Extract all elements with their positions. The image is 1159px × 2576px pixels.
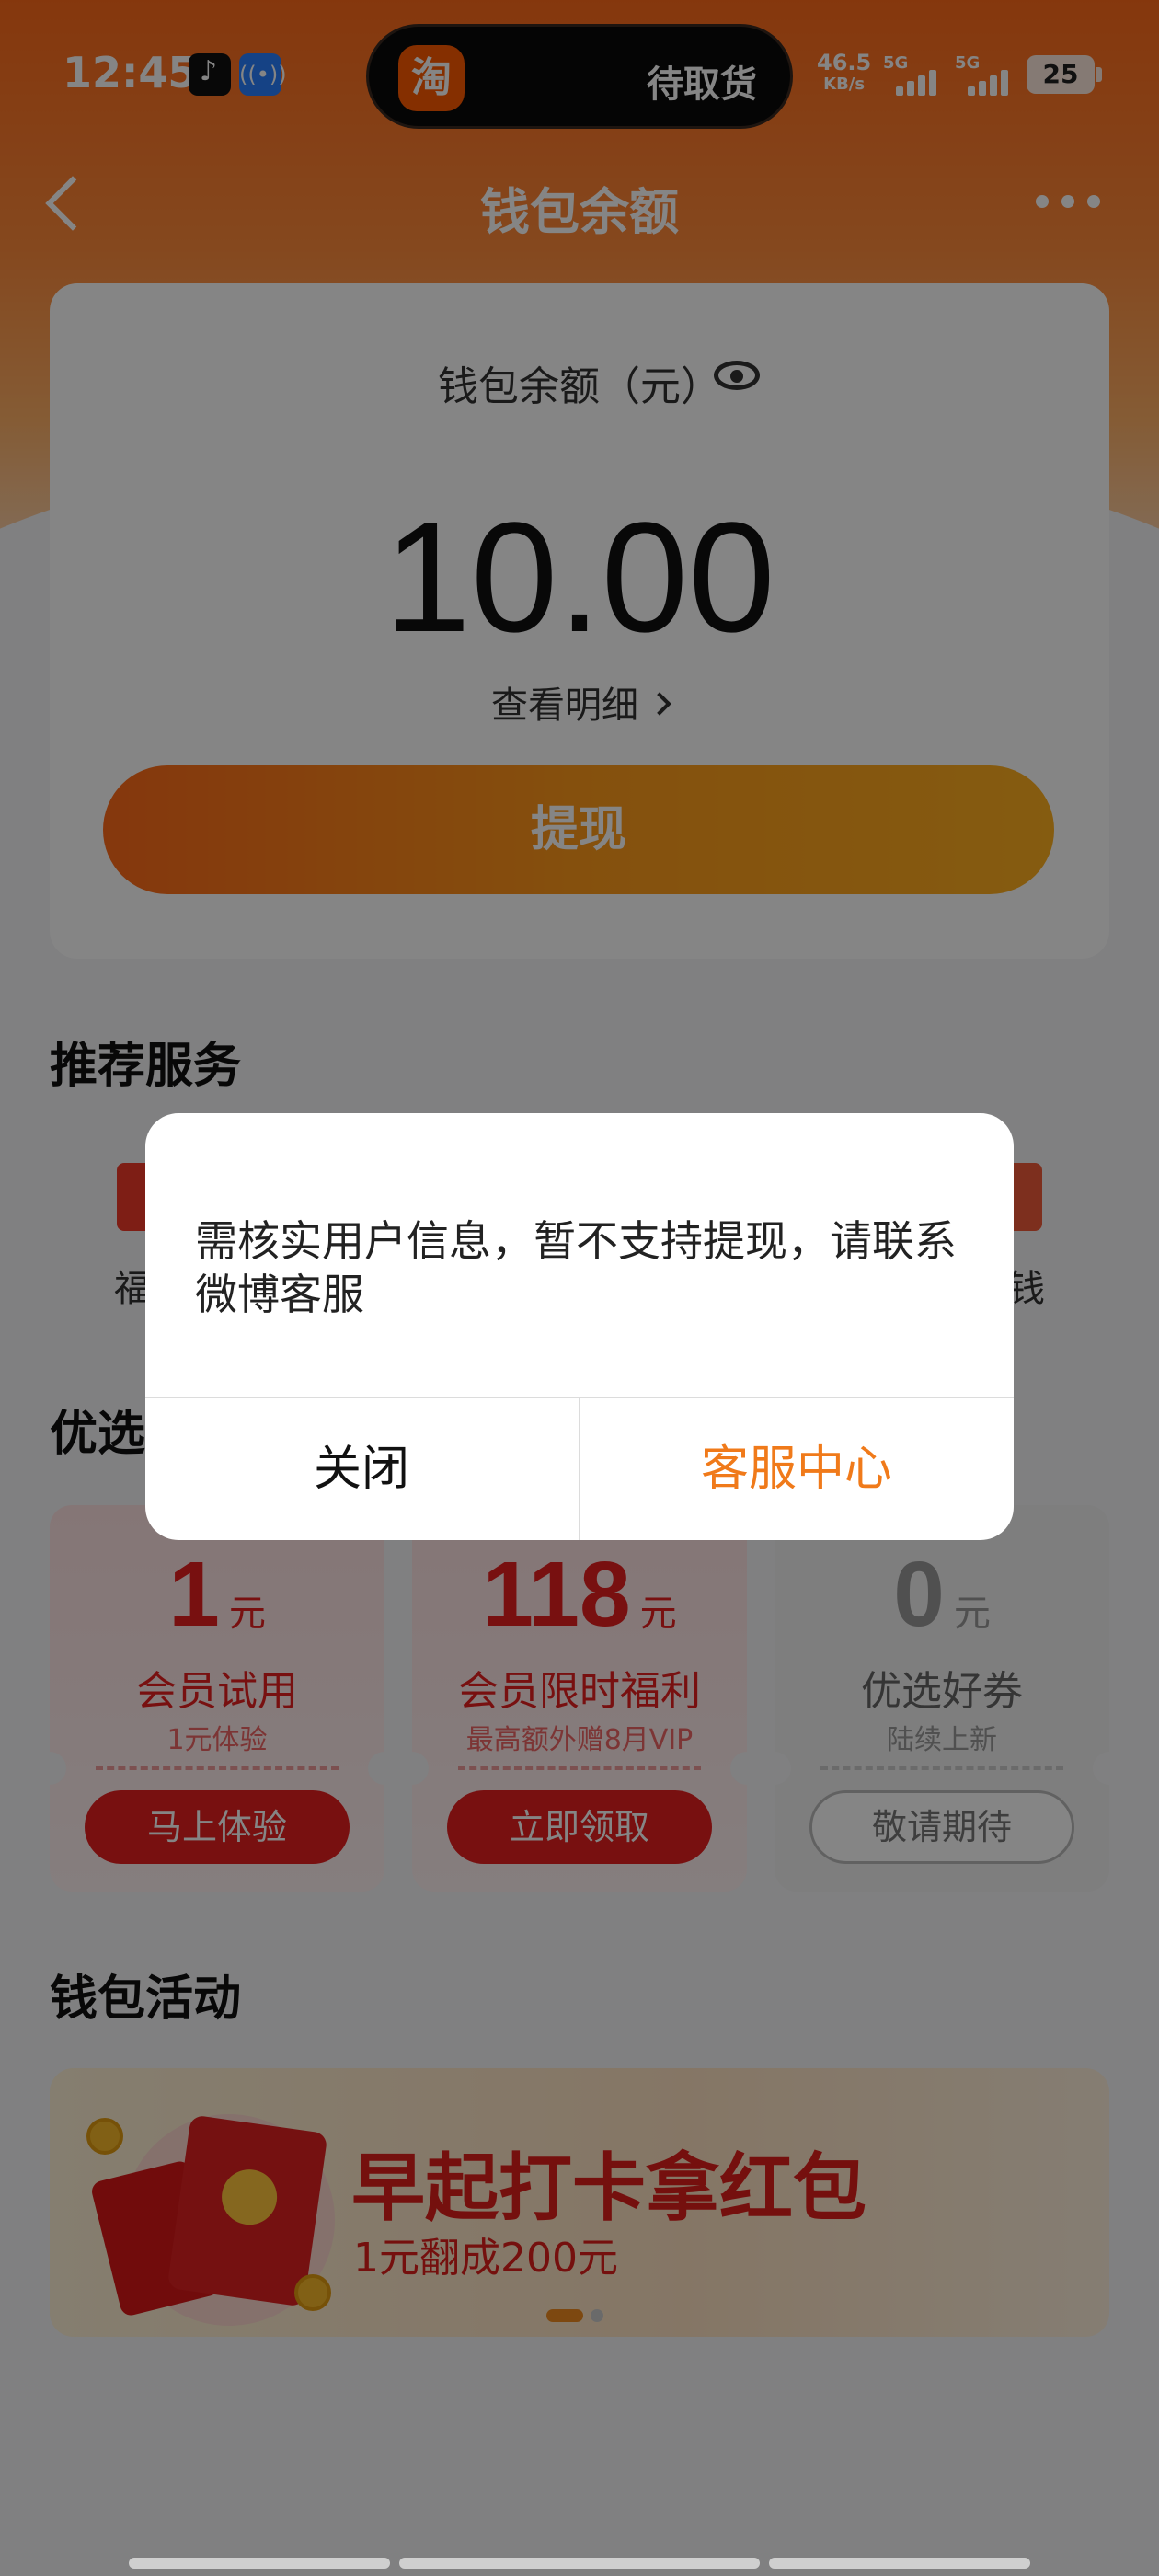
- customer-service-button[interactable]: 客服中心: [580, 1398, 1013, 1540]
- home-indicator: [769, 2558, 1030, 2569]
- dialog-message: 需核实用户信息，暂不支持提现，请联系微博客服: [195, 1216, 957, 1319]
- wallet-app: 12:45 ((•)) 淘 待取货 46.5 KB/s 5G 5G 25 钱包余…: [0, 0, 1159, 2576]
- home-indicator: [399, 2558, 760, 2569]
- close-button[interactable]: 关闭: [145, 1398, 578, 1540]
- alert-dialog: 需核实用户信息，暂不支持提现，请联系微博客服 关闭 客服中心: [145, 1113, 1014, 1540]
- home-indicator: [129, 2558, 390, 2569]
